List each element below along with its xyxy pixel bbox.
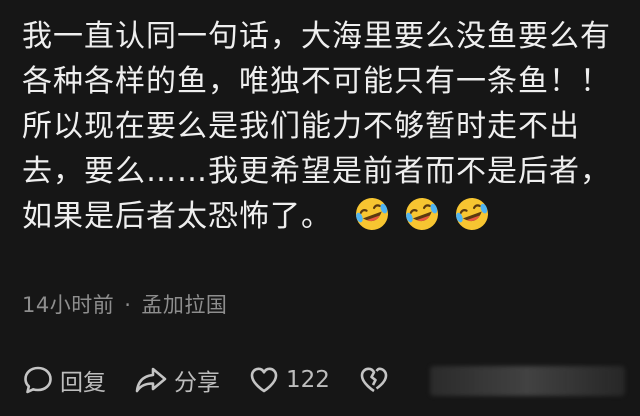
rolling-laughing-icon — [356, 197, 388, 230]
reply-button[interactable]: 回复 — [22, 363, 106, 397]
dislike-button[interactable] — [358, 364, 390, 396]
blurred-watermark — [430, 366, 625, 396]
comment-line-4: 去，要么……我更希望是前者而不是后者， — [22, 154, 611, 189]
comment-line-5: 如果是后者太恐怖了。 — [22, 194, 622, 239]
meta-separator: · — [124, 293, 132, 317]
share-label: 分享 — [174, 370, 220, 396]
comment-line-1: 我一直认同一句话，大海里要么没鱼要么有 — [22, 19, 611, 54]
comment-line-5-text: 如果是后者太恐怖了。 — [22, 199, 332, 234]
reply-label: 回复 — [60, 370, 106, 396]
comment-line-3: 所以现在要么是我们能力不够暂时走不出 — [22, 109, 580, 144]
share-arrow-icon — [135, 367, 167, 393]
heart-icon — [250, 367, 278, 393]
comment-meta: 14小时前 · 孟加拉国 — [22, 289, 227, 319]
broken-heart-icon — [360, 367, 388, 393]
share-button[interactable]: 分享 — [134, 363, 220, 397]
like-button[interactable]: 122 — [248, 364, 330, 396]
comment-time: 14小时前 — [22, 293, 115, 317]
speech-bubble-icon — [24, 366, 52, 394]
comment-location: 孟加拉国 — [141, 293, 228, 317]
rolling-laughing-icon — [456, 197, 488, 230]
rolling-laughing-icon — [406, 197, 438, 230]
comment-text: 我一直认同一句话，大海里要么没鱼要么有 各种各样的鱼，唯独不可能只有一条鱼！！ … — [22, 14, 622, 239]
comment-actions: 回复 分享 122 — [22, 358, 418, 402]
like-count: 122 — [286, 367, 330, 393]
comment-line-2: 各种各样的鱼，唯独不可能只有一条鱼！！ — [22, 64, 611, 99]
